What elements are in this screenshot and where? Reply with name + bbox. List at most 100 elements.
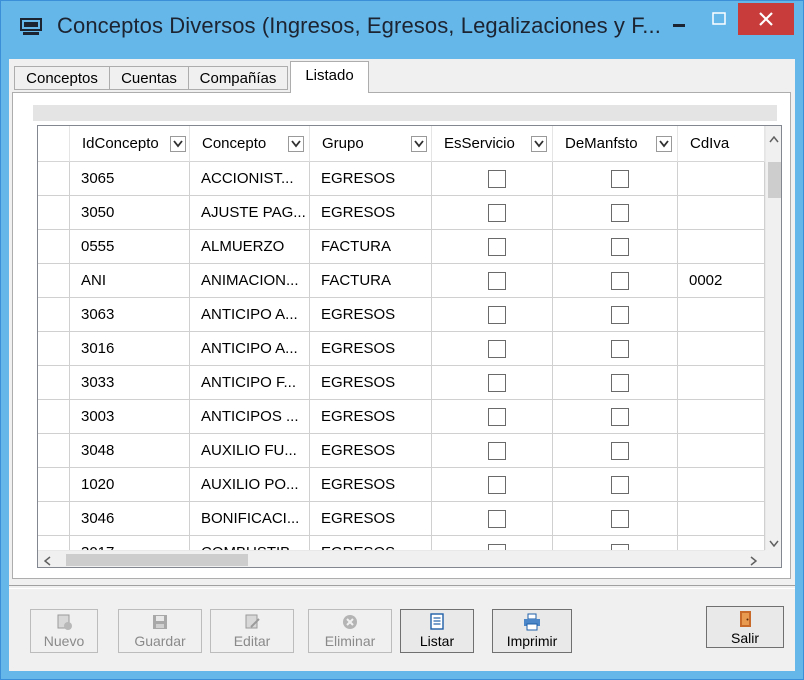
checkbox[interactable] <box>488 306 506 324</box>
cell-cdiva[interactable] <box>678 230 765 264</box>
table-row[interactable]: 0555 ALMUERZO FACTURA <box>38 230 765 264</box>
cell-concepto[interactable]: ANTICIPO A... <box>190 332 310 366</box>
row-selector[interactable] <box>38 502 70 536</box>
table-row[interactable]: 3016 ANTICIPO A... EGRESOS <box>38 332 765 366</box>
checkbox[interactable] <box>611 340 629 358</box>
checkbox[interactable] <box>488 340 506 358</box>
column-header-demanfsto[interactable]: DeManfsto <box>553 126 678 162</box>
filter-dropdown-button[interactable] <box>288 136 304 152</box>
salir-button[interactable]: Salir <box>706 606 784 648</box>
cell-demanfsto[interactable] <box>553 162 678 196</box>
filter-dropdown-button[interactable] <box>656 136 672 152</box>
cell-demanfsto[interactable] <box>553 468 678 502</box>
checkbox[interactable] <box>488 238 506 256</box>
tab-cuentas[interactable]: Cuentas <box>109 66 189 90</box>
cell-concepto[interactable]: ANTICIPO F... <box>190 366 310 400</box>
checkbox[interactable] <box>611 374 629 392</box>
maximize-button[interactable] <box>704 7 734 35</box>
cell-esservicio[interactable] <box>432 366 553 400</box>
close-button[interactable] <box>738 3 794 35</box>
cell-grupo[interactable]: FACTURA <box>310 230 432 264</box>
scroll-up-icon[interactable] <box>769 132 779 146</box>
table-row[interactable]: 3050 AJUSTE PAG... EGRESOS <box>38 196 765 230</box>
scroll-right-icon[interactable] <box>750 555 758 567</box>
cell-concepto[interactable]: AUXILIO PO... <box>190 468 310 502</box>
table-row[interactable]: 3063 ANTICIPO A... EGRESOS <box>38 298 765 332</box>
cell-cdiva[interactable] <box>678 400 765 434</box>
cell-concepto[interactable]: AJUSTE PAG... <box>190 196 310 230</box>
cell-esservicio[interactable] <box>432 502 553 536</box>
table-row[interactable]: 3003 ANTICIPOS ... EGRESOS <box>38 400 765 434</box>
cell-esservicio[interactable] <box>432 434 553 468</box>
cell-grupo[interactable]: EGRESOS <box>310 502 432 536</box>
checkbox[interactable] <box>488 204 506 222</box>
cell-concepto[interactable]: ANTICIPOS ... <box>190 400 310 434</box>
guardar-button[interactable]: Guardar <box>118 609 202 653</box>
row-selector[interactable] <box>38 400 70 434</box>
checkbox[interactable] <box>488 476 506 494</box>
filter-dropdown-button[interactable] <box>170 136 186 152</box>
table-row[interactable]: 1020 AUXILIO PO... EGRESOS <box>38 468 765 502</box>
row-selector[interactable] <box>38 196 70 230</box>
cell-idconcepto[interactable]: 3048 <box>70 434 190 468</box>
column-header-grupo[interactable]: Grupo <box>310 126 432 162</box>
cell-grupo[interactable]: EGRESOS <box>310 196 432 230</box>
checkbox[interactable] <box>611 476 629 494</box>
cell-idconcepto[interactable]: 3063 <box>70 298 190 332</box>
tab-conceptos[interactable]: Conceptos <box>14 66 110 90</box>
checkbox[interactable] <box>488 272 506 290</box>
checkbox[interactable] <box>488 374 506 392</box>
title-bar[interactable]: Conceptos Diversos (Ingresos, Egresos, L… <box>1 1 803 59</box>
cell-esservicio[interactable] <box>432 162 553 196</box>
row-selector[interactable] <box>38 264 70 298</box>
cell-demanfsto[interactable] <box>553 366 678 400</box>
cell-cdiva[interactable] <box>678 298 765 332</box>
cell-demanfsto[interactable] <box>553 298 678 332</box>
cell-esservicio[interactable] <box>432 332 553 366</box>
table-row[interactable]: 3033 ANTICIPO F... EGRESOS <box>38 366 765 400</box>
checkbox[interactable] <box>488 408 506 426</box>
cell-idconcepto[interactable]: ANI <box>70 264 190 298</box>
row-selector[interactable] <box>38 468 70 502</box>
minimize-button[interactable] <box>661 9 695 37</box>
cell-concepto[interactable]: ALMUERZO <box>190 230 310 264</box>
checkbox[interactable] <box>611 408 629 426</box>
cell-concepto[interactable]: ANIMACION... <box>190 264 310 298</box>
scroll-down-icon[interactable] <box>769 536 779 550</box>
cell-idconcepto[interactable]: 3003 <box>70 400 190 434</box>
column-header-cdiva[interactable]: CdIva <box>678 126 765 162</box>
cell-cdiva[interactable] <box>678 332 765 366</box>
cell-grupo[interactable]: EGRESOS <box>310 162 432 196</box>
cell-cdiva[interactable] <box>678 162 765 196</box>
table-row[interactable]: ANI ANIMACION... FACTURA 0002 <box>38 264 765 298</box>
tab-listado[interactable]: Listado <box>290 61 369 93</box>
cell-esservicio[interactable] <box>432 400 553 434</box>
checkbox[interactable] <box>611 170 629 188</box>
cell-demanfsto[interactable] <box>553 502 678 536</box>
cell-demanfsto[interactable] <box>553 230 678 264</box>
cell-grupo[interactable]: EGRESOS <box>310 366 432 400</box>
vertical-scrollbar[interactable] <box>765 126 781 550</box>
checkbox[interactable] <box>611 306 629 324</box>
imprimir-button[interactable]: Imprimir <box>492 609 572 653</box>
cell-cdiva[interactable] <box>678 366 765 400</box>
table-row[interactable]: 3065 ACCIONIST... EGRESOS <box>38 162 765 196</box>
cell-demanfsto[interactable] <box>553 196 678 230</box>
cell-grupo[interactable]: EGRESOS <box>310 332 432 366</box>
cell-esservicio[interactable] <box>432 468 553 502</box>
cell-grupo[interactable]: FACTURA <box>310 264 432 298</box>
cell-esservicio[interactable] <box>432 298 553 332</box>
cell-grupo[interactable]: EGRESOS <box>310 434 432 468</box>
row-selector[interactable] <box>38 332 70 366</box>
eliminar-button[interactable]: Eliminar <box>308 609 392 653</box>
cell-grupo[interactable]: EGRESOS <box>310 468 432 502</box>
cell-concepto[interactable]: BONIFICACI... <box>190 502 310 536</box>
cell-grupo[interactable]: EGRESOS <box>310 298 432 332</box>
data-grid[interactable]: IdConcepto Concepto Grupo EsServicio DeM… <box>37 125 782 568</box>
cell-concepto[interactable]: ACCIONIST... <box>190 162 310 196</box>
table-row[interactable]: 3046 BONIFICACI... EGRESOS <box>38 502 765 536</box>
checkbox[interactable] <box>488 510 506 528</box>
cell-idconcepto[interactable]: 1020 <box>70 468 190 502</box>
cell-cdiva[interactable] <box>678 502 765 536</box>
column-header-idconcepto[interactable]: IdConcepto <box>70 126 190 162</box>
